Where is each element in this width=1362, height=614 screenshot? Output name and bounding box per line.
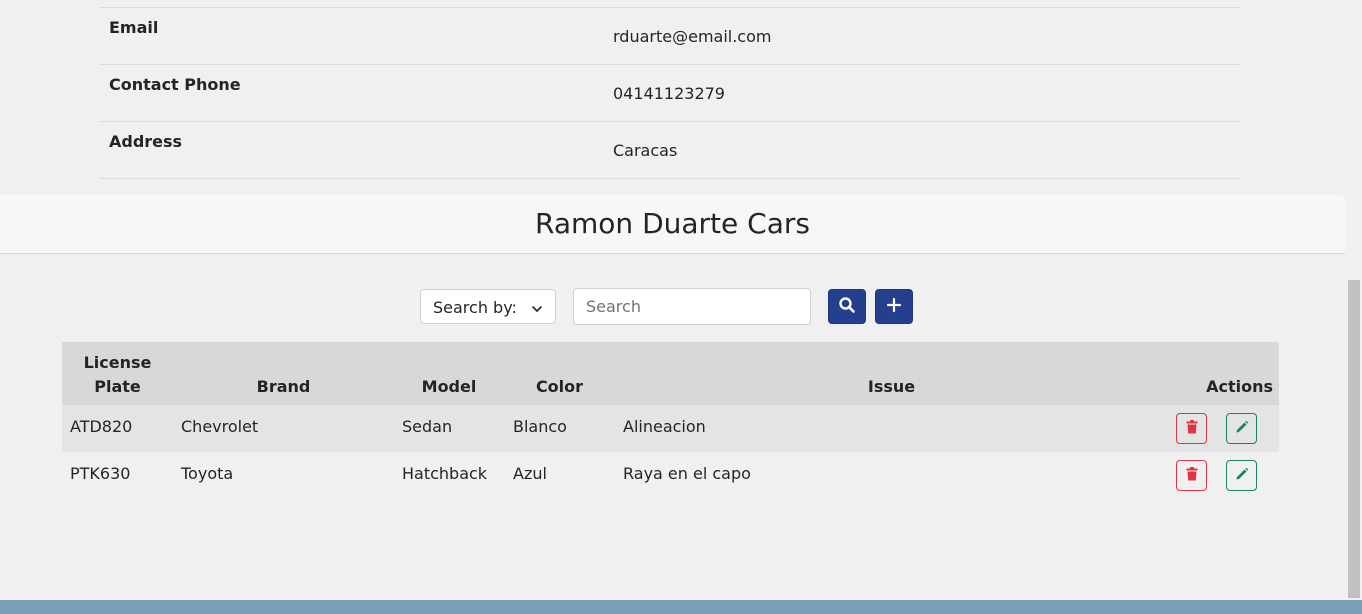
footer-bar: [0, 600, 1362, 614]
cell-plate: ATD820: [70, 417, 133, 436]
table-row: ATD820 Chevrolet Sedan Blanco Alineacion: [62, 405, 1279, 452]
plus-icon: [886, 297, 902, 317]
info-value: rduarte@email.com: [613, 27, 772, 46]
info-label: Address: [109, 132, 183, 151]
cell-brand: Toyota: [181, 464, 234, 483]
chevron-down-icon: [531, 300, 543, 319]
cell-issue: Raya en el capo: [623, 464, 751, 483]
delete-car-button[interactable]: [1176, 460, 1207, 491]
info-row-address: Address Caracas: [100, 121, 1240, 179]
cell-issue: Alineacion: [623, 417, 706, 436]
header-issue: Issue: [867, 377, 916, 396]
header-actions-label: Actions: [1206, 377, 1273, 396]
pencil-icon: [1235, 419, 1249, 438]
cell-model: Sedan: [402, 417, 453, 436]
header-model: Model: [421, 377, 477, 396]
info-row-email: Email rduarte@email.com: [100, 7, 1240, 64]
table-header: License Plate Brand Model Color Issue Ac…: [62, 342, 1279, 405]
info-value: 04141123279: [613, 84, 725, 103]
edit-car-button[interactable]: [1226, 413, 1257, 444]
cell-color: Azul: [513, 464, 547, 483]
search-by-select[interactable]: Search by:: [420, 289, 556, 324]
add-car-button[interactable]: [875, 289, 913, 324]
header-license-plate-line1: License: [83, 353, 152, 372]
cell-brand: Chevrolet: [181, 417, 259, 436]
cars-section-header: Ramon Duarte Cars: [0, 195, 1345, 254]
page: Email rduarte@email.com Contact Phone 04…: [0, 0, 1362, 614]
owner-info-table: Email rduarte@email.com Contact Phone 04…: [100, 0, 1240, 179]
pencil-icon: [1235, 466, 1249, 485]
cell-color: Blanco: [513, 417, 567, 436]
search-button[interactable]: [828, 289, 866, 324]
cars-section-title: Ramon Duarte Cars: [535, 207, 810, 240]
table-row: PTK630 Toyota Hatchback Azul Raya en el …: [62, 452, 1279, 499]
edit-car-button[interactable]: [1226, 460, 1257, 491]
cell-model: Hatchback: [402, 464, 488, 483]
delete-car-button[interactable]: [1176, 413, 1207, 444]
header-brand: Brand: [256, 377, 311, 396]
info-row-phone: Contact Phone 04141123279: [100, 64, 1240, 121]
trash-icon: [1186, 419, 1198, 438]
search-by-label: Search by:: [433, 298, 517, 317]
header-license-plate: License Plate: [62, 351, 173, 399]
search-input[interactable]: [573, 288, 811, 325]
cell-plate: PTK630: [70, 464, 131, 483]
info-label: Email: [109, 18, 159, 37]
header-actions: Actions: [1168, 377, 1279, 396]
info-label: Contact Phone: [109, 75, 241, 94]
scrollbar-thumb[interactable]: [1348, 280, 1360, 598]
info-value: Caracas: [613, 141, 678, 160]
header-license-plate-line2: Plate: [94, 377, 141, 396]
cars-table: License Plate Brand Model Color Issue Ac…: [62, 342, 1279, 499]
search-icon: [838, 296, 856, 318]
header-color: Color: [535, 377, 584, 396]
trash-icon: [1186, 466, 1198, 485]
